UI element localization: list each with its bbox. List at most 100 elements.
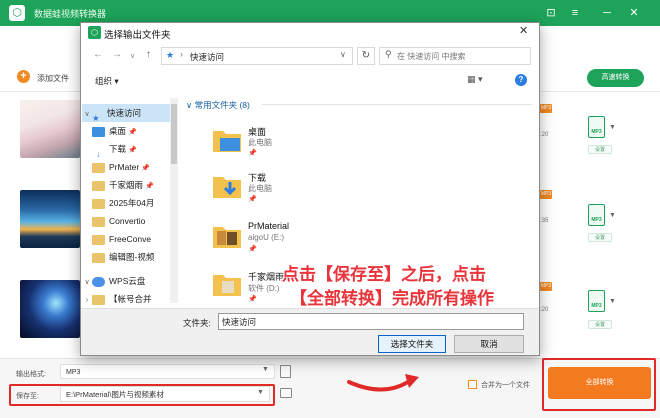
mp3-format-icon[interactable]: MP3 xyxy=(588,116,605,138)
nav-item-label: 2025年04月 xyxy=(109,198,155,208)
folder-icon xyxy=(92,162,105,173)
minimize-icon[interactable]: ─ xyxy=(598,4,616,22)
pin-icon: 📌 xyxy=(248,150,257,157)
menu-icon[interactable]: ⊡ xyxy=(542,4,560,22)
address-text: 快速访问 xyxy=(190,52,225,62)
mp3-format-icon[interactable]: MP3 xyxy=(588,204,605,226)
chevron-down-icon[interactable]: ∨ xyxy=(340,50,346,59)
up-arrow-icon[interactable]: ↑ xyxy=(146,49,151,60)
merge-checkbox[interactable] xyxy=(468,380,477,389)
video-thumbnail[interactable] xyxy=(20,100,80,158)
forward-arrow-icon[interactable]: → xyxy=(112,49,122,60)
format-tag: MP3 xyxy=(540,282,552,291)
nav-item-label: Convertio xyxy=(109,216,146,226)
folder-icon xyxy=(92,180,105,191)
nav-item-folder[interactable]: FreeConve xyxy=(82,230,170,248)
nav-item-label: 快速访问 xyxy=(107,108,142,118)
divider xyxy=(262,104,532,105)
mp3-format-icon[interactable]: MP3 xyxy=(588,290,605,312)
open-folder-icon[interactable] xyxy=(280,388,292,398)
nav-item-folder[interactable]: PrMater 📌 xyxy=(82,158,170,176)
output-format-select[interactable] xyxy=(60,364,275,379)
output-format-label: 输出格式: xyxy=(16,371,46,378)
format-tag: MP3 xyxy=(540,190,552,199)
folder-name[interactable]: 千家烟雨 xyxy=(248,270,284,283)
chevron-down-icon[interactable]: ▼ xyxy=(609,212,616,219)
high-speed-convert-button[interactable]: 高速转换 xyxy=(587,69,644,87)
close-icon[interactable]: ✕ xyxy=(625,4,643,22)
pin-icon: 📌 xyxy=(128,147,137,154)
help-icon[interactable]: ? xyxy=(515,74,527,86)
app-logo-icon: ⬡ xyxy=(9,5,25,21)
chevron-down-icon[interactable]: ▼ xyxy=(609,124,616,131)
folder-name[interactable]: PrMaterial xyxy=(248,221,289,231)
settings-chip[interactable]: 设置 xyxy=(588,233,612,242)
format-settings-icon[interactable] xyxy=(280,365,291,378)
close-icon[interactable]: ✕ xyxy=(519,24,528,37)
cancel-button[interactable]: 取消 xyxy=(454,335,524,353)
star-icon: ★ xyxy=(166,50,175,60)
duration-text: :20 xyxy=(540,307,549,313)
chevron-right-icon: › xyxy=(180,49,183,59)
desktop-folder-icon xyxy=(92,126,105,137)
nav-item-folder[interactable]: 2025年04月 xyxy=(82,194,170,212)
hamburger-menu-icon[interactable]: ≡ xyxy=(566,4,584,22)
nav-item-wps-cloud[interactable]: ∨ WPS云盘 xyxy=(82,272,170,290)
nav-item-label: 编辑图-视频 xyxy=(109,252,155,262)
folder-icon xyxy=(92,294,105,305)
chevron-down-icon: ∨ xyxy=(186,100,195,110)
add-file-icon[interactable]: + xyxy=(17,70,30,83)
group-header[interactable]: ∨ 常用文件夹 (8) xyxy=(186,99,250,111)
nav-scrollbar-thumb[interactable] xyxy=(171,104,177,164)
star-icon: ★ xyxy=(92,112,100,122)
group-header-label: 常用文件夹 (8) xyxy=(194,100,250,110)
refresh-icon[interactable]: ↻ xyxy=(357,47,375,65)
video-thumbnail[interactable] xyxy=(20,280,80,338)
merge-label: 合并为一个文件 xyxy=(481,382,530,389)
download-folder-icon: ↓ xyxy=(96,148,101,158)
nav-item-label: 千家烟雨 xyxy=(109,180,144,190)
back-arrow-icon[interactable]: ← xyxy=(93,49,103,60)
search-placeholder: 在 快速访问 中搜索 xyxy=(397,52,466,61)
add-file-button[interactable]: 添加文件 xyxy=(37,73,69,84)
format-tag: MP3 xyxy=(540,104,552,113)
chevron-down-icon[interactable]: ▼ xyxy=(609,298,616,305)
settings-chip[interactable]: 设置 xyxy=(588,145,612,154)
folder-icon xyxy=(92,216,105,227)
nav-item-folder[interactable]: 编辑图-视频 xyxy=(82,248,170,266)
folder-input[interactable] xyxy=(218,313,524,330)
settings-chip[interactable]: 设置 xyxy=(588,320,612,329)
video-thumbnail[interactable] xyxy=(20,190,80,248)
pin-icon: 📌 xyxy=(145,183,154,190)
curved-arrow-icon xyxy=(347,374,419,392)
organize-menu[interactable]: 组织 ▾ xyxy=(95,75,119,87)
download-folder-icon[interactable] xyxy=(212,172,242,200)
nav-item-folder[interactable]: › 【帐号合并 xyxy=(82,290,170,308)
folder-label: 文件夹: xyxy=(183,318,211,328)
desktop-folder-icon[interactable] xyxy=(212,126,242,154)
nav-item-label: 【帐号合并 xyxy=(109,294,152,304)
nav-item-folder[interactable]: Convertio xyxy=(82,212,170,230)
folder-icon[interactable] xyxy=(212,270,242,298)
folder-icon[interactable] xyxy=(212,222,242,250)
view-options-icon[interactable]: ▦ ▾ xyxy=(467,74,483,85)
output-format-value: MP3 xyxy=(66,369,81,376)
nav-item-desktop[interactable]: 桌面 📌 xyxy=(82,122,170,140)
nav-item-label: 下载 xyxy=(109,144,127,154)
app-title: 数据蛙视频转换器 xyxy=(34,9,107,19)
duration-text: :35 xyxy=(540,218,549,224)
chevron-down-icon[interactable]: ∨ xyxy=(130,52,135,60)
app-logo-icon: ⬡ xyxy=(88,26,101,39)
folder-location: 此电脑 xyxy=(248,138,272,147)
folder-location: 此电脑 xyxy=(248,184,272,193)
nav-item-label: FreeConve xyxy=(109,234,152,244)
nav-item-folder[interactable]: 千家烟雨 📌 xyxy=(82,176,170,194)
nav-item-downloads[interactable]: ↓ 下载 📌 xyxy=(82,140,170,158)
highlight-box-save-to xyxy=(9,384,275,406)
pin-icon: 📌 xyxy=(128,129,137,136)
chevron-down-icon[interactable]: ▼ xyxy=(262,366,269,373)
dialog-title: 选择输出文件夹 xyxy=(104,30,171,41)
select-folder-button[interactable]: 选择文件夹 xyxy=(378,335,446,353)
nav-item-quick-access[interactable]: ∨ ★ 快速访问 xyxy=(82,104,170,122)
cloud-icon xyxy=(92,276,105,287)
